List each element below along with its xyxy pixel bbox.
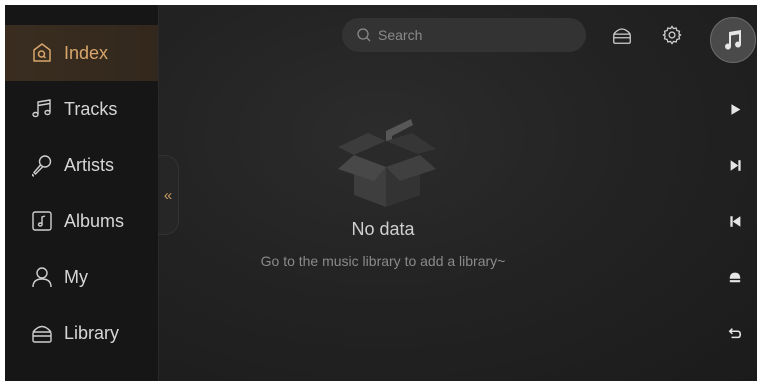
user-icon [30, 265, 54, 289]
library-icon [613, 28, 631, 44]
settings-button[interactable] [660, 23, 684, 47]
sidebar-item-label: Artists [64, 154, 115, 175]
next-icon [730, 159, 741, 171]
empty-state-message: Go to the music library to add a library… [260, 253, 506, 269]
artists-icon [30, 153, 54, 177]
sidebar-item-my[interactable]: My [5, 249, 158, 305]
avatar[interactable] [710, 17, 756, 63]
empty-state-title: No data [351, 219, 415, 239]
sidebar-item-label: My [64, 266, 88, 287]
search-icon [356, 27, 372, 43]
next-button[interactable] [723, 153, 747, 177]
sidebar-item-tracks[interactable]: Tracks [5, 81, 158, 137]
index-icon [30, 41, 54, 65]
empty-box-illustration [316, 111, 446, 211]
music-note-icon [725, 30, 742, 50]
eject-button[interactable] [723, 265, 747, 289]
sidebar-item-library[interactable]: Library [5, 305, 158, 361]
sidebar-item-label: Index [64, 42, 109, 63]
eject-icon [729, 272, 741, 283]
albums-icon [30, 209, 54, 233]
previous-button[interactable] [723, 209, 747, 233]
sidebar: Index Tracks Artists Albums My Library [5, 5, 159, 381]
search-bar[interactable] [342, 18, 586, 52]
previous-icon [729, 215, 740, 227]
gear-icon [662, 25, 682, 45]
sidebar-item-label: Tracks [64, 98, 118, 119]
sidebar-item-label: Albums [64, 210, 125, 231]
back-button[interactable] [723, 321, 747, 345]
tracks-icon [30, 97, 54, 121]
sidebar-item-index[interactable]: Index [5, 25, 158, 81]
sidebar-collapse-button[interactable]: « [158, 155, 179, 235]
play-button[interactable] [723, 97, 747, 121]
library-icon [30, 321, 54, 345]
back-icon [728, 328, 742, 339]
library-button[interactable] [610, 23, 634, 47]
sidebar-item-label: Library [64, 322, 120, 343]
play-icon [730, 103, 740, 115]
sidebar-item-artists[interactable]: Artists [5, 137, 158, 193]
app-window: Index Tracks Artists Albums My Library «… [5, 5, 757, 381]
double-chevron-left-icon: « [163, 186, 173, 204]
sidebar-item-albums[interactable]: Albums [5, 193, 158, 249]
search-input[interactable] [378, 27, 568, 43]
